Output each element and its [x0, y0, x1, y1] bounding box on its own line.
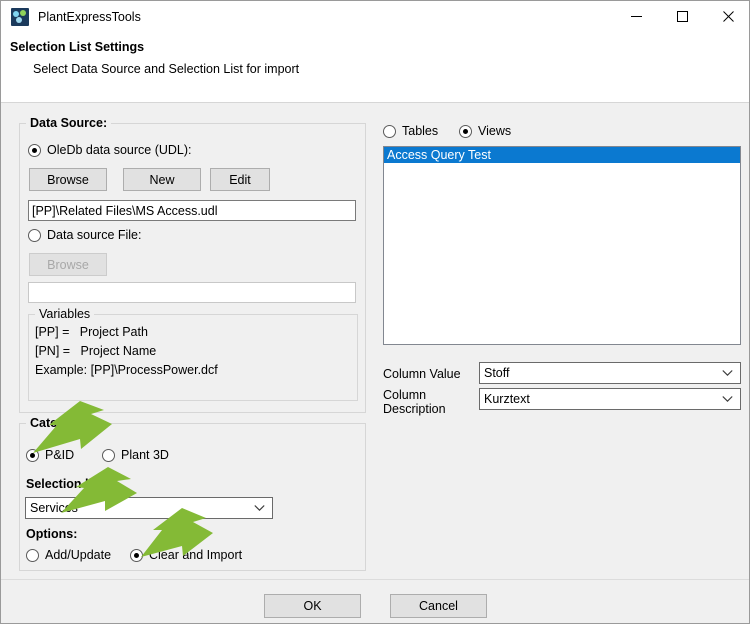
variable-line-project-path: [PP] = Project Path [35, 325, 148, 339]
plantexpresstools-dialog: PlantExpressTools Selection List Setting… [0, 0, 750, 624]
column-value-label: Column Value [383, 367, 461, 381]
window-title: PlantExpressTools [38, 9, 141, 24]
column-description-label-line2: Description [383, 402, 446, 416]
object-listbox[interactable]: Access Query Test [383, 146, 741, 345]
column-value-selected: Stoff [484, 366, 510, 380]
radio-mark [130, 548, 143, 562]
radio-oledb-label: OleDb data source (UDL): [47, 143, 192, 157]
radio-tables[interactable]: Tables [383, 124, 438, 138]
selection-list-combo[interactable]: Services [25, 497, 273, 519]
window-controls [613, 1, 749, 32]
cancel-button[interactable]: Cancel [390, 594, 487, 618]
options-label: Options: [26, 527, 78, 541]
column-value-combo[interactable]: Stoff [479, 362, 741, 384]
file-path-input[interactable] [28, 282, 356, 303]
radio-add-update-label: Add/Update [45, 548, 112, 562]
ok-button[interactable]: OK [264, 594, 361, 618]
app-logo-icon [11, 7, 29, 26]
data-source-group-title: Data Source: [26, 116, 112, 130]
radio-category-plant3d[interactable]: Plant 3D [102, 448, 169, 462]
title-bar: PlantExpressTools [1, 1, 749, 32]
radio-data-source-file-label: Data source File: [47, 228, 142, 242]
radio-views[interactable]: Views [459, 124, 511, 138]
radio-data-source-file[interactable]: Data source File: [28, 228, 141, 242]
radio-category-plant3d-label: Plant 3D [121, 448, 169, 462]
data-source-groupbox: Data Source: OleDb data source (UDL): Br… [19, 116, 366, 413]
radio-mark [102, 448, 115, 462]
radio-clear-and-import-label: Clear and Import [149, 548, 243, 562]
selection-list-label: Selection list: [26, 477, 108, 491]
radio-add-update[interactable]: Add/Update [26, 548, 111, 562]
list-item[interactable]: Access Query Test [384, 147, 740, 163]
radio-tables-label: Tables [402, 124, 439, 138]
category-groupbox: Category: P&ID Plant 3D Selection list: … [19, 416, 366, 571]
radio-views-label: Views [478, 124, 512, 138]
radio-clear-and-import[interactable]: Clear and Import [130, 548, 242, 562]
radio-mark [28, 228, 41, 242]
column-description-label-line1: Column [383, 388, 427, 402]
udl-browse-button[interactable]: Browse [29, 168, 107, 191]
variables-groupbox: Variables [PP] = Project Path [PN] = Pro… [28, 307, 358, 401]
column-description-combo[interactable]: Kurztext [479, 388, 741, 410]
udl-new-button[interactable]: New [123, 168, 201, 191]
header-banner: Selection List Settings Select Data Sour… [1, 32, 749, 103]
minimize-icon[interactable] [613, 1, 659, 32]
maximize-icon[interactable] [659, 1, 705, 32]
chevron-down-icon [722, 389, 733, 409]
close-icon[interactable] [705, 1, 749, 32]
radio-category-pid[interactable]: P&ID [26, 448, 74, 462]
page-subtitle: Select Data Source and Selection List fo… [33, 62, 300, 76]
page-title: Selection List Settings [10, 40, 145, 54]
dialog-body: Data Source: OleDb data source (UDL): Br… [1, 103, 749, 579]
category-group-title: Category: [26, 416, 93, 430]
radio-mark [28, 143, 41, 157]
radio-mark [26, 448, 39, 462]
selection-list-value: Services [30, 501, 78, 515]
udl-path-input[interactable]: [PP]\Related Files\MS Access.udl [28, 200, 356, 221]
column-description-selected: Kurztext [484, 392, 530, 406]
radio-mark [26, 548, 39, 562]
udl-edit-button[interactable]: Edit [210, 168, 270, 191]
radio-oledb-data-source[interactable]: OleDb data source (UDL): [28, 143, 192, 157]
dialog-footer: OK Cancel [1, 579, 749, 623]
radio-mark [459, 124, 472, 138]
radio-category-pid-label: P&ID [45, 448, 75, 462]
variable-line-example: Example: [PP]\ProcessPower.dcf [35, 363, 218, 377]
variable-line-project-name: [PN] = Project Name [35, 344, 157, 358]
file-browse-button: Browse [29, 253, 107, 276]
chevron-down-icon [254, 498, 265, 518]
udl-path-value: [PP]\Related Files\MS Access.udl [32, 203, 218, 218]
chevron-down-icon [722, 363, 733, 383]
variables-group-title: Variables [35, 307, 95, 321]
radio-mark [383, 124, 396, 138]
